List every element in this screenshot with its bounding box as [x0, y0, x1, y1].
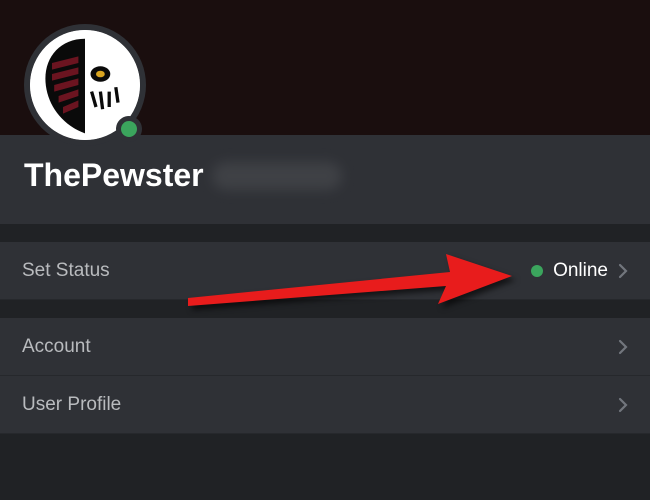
account-row[interactable]: Account — [0, 318, 650, 376]
presence-indicator — [116, 116, 142, 142]
section-gap — [0, 300, 650, 318]
set-status-label: Set Status — [22, 260, 110, 282]
chevron-right-icon — [618, 397, 628, 413]
user-profile-row[interactable]: User Profile — [0, 376, 650, 434]
account-label: Account — [22, 336, 91, 358]
chevron-right-icon — [618, 263, 628, 279]
status-dot-icon — [531, 265, 543, 277]
user-profile-label: User Profile — [22, 394, 121, 416]
set-status-value-group: Online — [531, 260, 628, 282]
profile-header: ThePewster — [0, 135, 650, 224]
status-value: Online — [553, 260, 608, 282]
section-gap — [0, 224, 650, 242]
set-status-row[interactable]: Set Status Online — [0, 242, 650, 300]
discriminator-obscured — [212, 162, 342, 190]
chevron-right-icon — [618, 339, 628, 355]
avatar-container[interactable] — [30, 30, 140, 140]
username: ThePewster — [24, 157, 204, 194]
